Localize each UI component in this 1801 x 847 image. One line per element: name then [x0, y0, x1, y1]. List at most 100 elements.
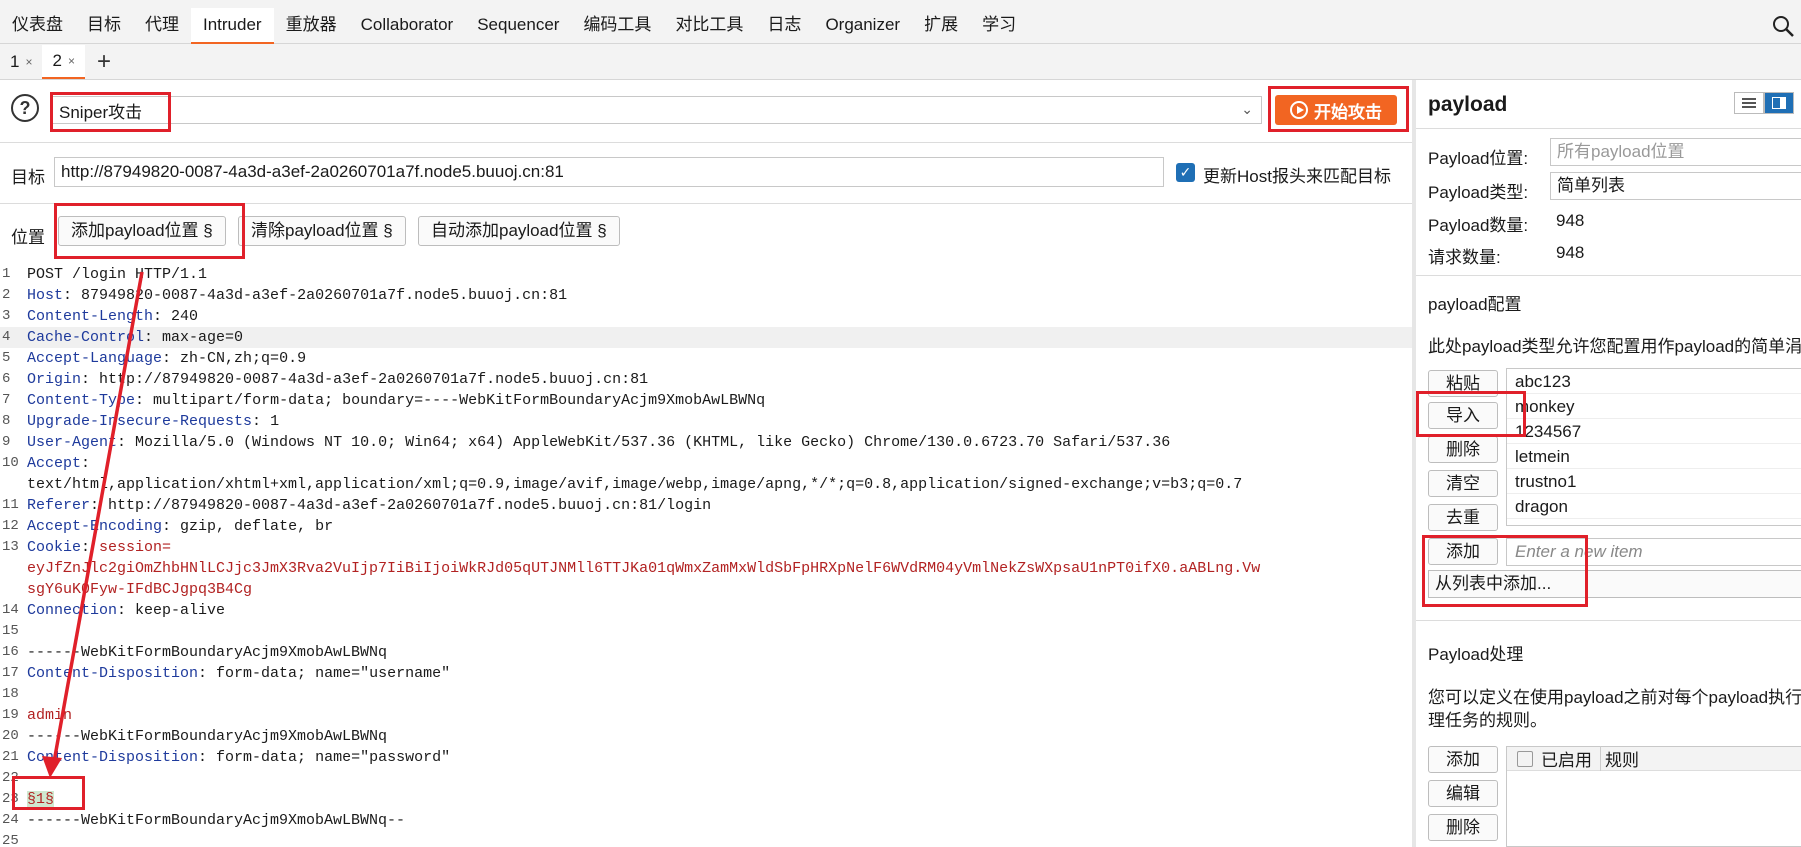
request-line[interactable]: 4 Cache-Control: max-age=0	[0, 327, 1412, 348]
request-line[interactable]: 18	[0, 684, 1412, 705]
request-line[interactable]: 22	[0, 768, 1412, 789]
payload-panel: payload Payload位置: 所有payload位置 Payload类型…	[1416, 80, 1801, 847]
request-line[interactable]: 10 Accept:	[0, 453, 1412, 474]
line-number: 4	[2, 329, 11, 345]
add-tab-button[interactable]: +	[85, 45, 123, 79]
attack-type-value: Sniper攻击	[59, 102, 143, 122]
deduplicate-button[interactable]: 去重	[1428, 504, 1498, 531]
list-item[interactable]: baseball	[1507, 519, 1801, 525]
new-item-input[interactable]: Enter a new item	[1506, 538, 1801, 566]
update-host-checkbox[interactable]: ✓	[1176, 163, 1195, 182]
list-item[interactable]: dragon	[1507, 494, 1801, 519]
menu-extensions[interactable]: 扩展	[912, 8, 970, 44]
header-value: form-data; name="password"	[216, 749, 451, 766]
payload-list[interactable]: abc123 monkey 1234567 letmein trustno1 d…	[1506, 368, 1801, 526]
panel-view-icon[interactable]	[1764, 92, 1794, 114]
list-item[interactable]: 1234567	[1507, 419, 1801, 444]
request-line[interactable]: 19 admin	[0, 705, 1412, 726]
close-icon[interactable]: ×	[68, 54, 75, 68]
request-line[interactable]: 13 Cookie: session=	[0, 537, 1412, 558]
clear-payload-position-button[interactable]: 清除payload位置 §	[238, 216, 406, 246]
line-number: 15	[2, 623, 19, 639]
request-line[interactable]: text/html,application/xhtml+xml,applicat…	[0, 474, 1412, 495]
auto-add-payload-position-button[interactable]: 自动添加payload位置 §	[418, 216, 620, 246]
request-line[interactable]: 9 User-Agent: Mozilla/5.0 (Windows NT 10.…	[0, 432, 1412, 453]
line-number: 22	[2, 770, 19, 786]
search-icon[interactable]	[1771, 14, 1795, 38]
payload-processing-description-2: 理任务的规则。	[1428, 711, 1547, 730]
menu-logger[interactable]: 日志	[755, 8, 813, 44]
request-line[interactable]: 2 Host: 87949820-0087-4a3d-a3ef-2a0260701…	[0, 285, 1412, 306]
delete-button[interactable]: 删除	[1428, 436, 1498, 463]
request-line[interactable]: 8 Upgrade-Insecure-Requests: 1	[0, 411, 1412, 432]
request-line-text: Connection: keep-alive	[27, 600, 225, 621]
clear-button[interactable]: 清空	[1428, 470, 1498, 497]
edit-rule-button[interactable]: 编辑	[1428, 780, 1498, 807]
list-item[interactable]: letmein	[1507, 444, 1801, 469]
play-icon	[1290, 101, 1308, 119]
request-line[interactable]: 21 Content-Disposition: form-data; name="…	[0, 747, 1412, 768]
start-attack-button[interactable]: 开始攻击	[1275, 95, 1397, 125]
menu-repeater[interactable]: 重放器	[274, 8, 349, 44]
request-line[interactable]: 17 Content-Disposition: form-data; name="…	[0, 663, 1412, 684]
rules-table[interactable]: 已启用 规则	[1506, 746, 1801, 847]
request-line[interactable]: 16 ------WebKitFormBoundaryAcjm9XmobAwLBW…	[0, 642, 1412, 663]
menu-sequencer[interactable]: Sequencer	[465, 8, 571, 44]
request-line[interactable]: eyJfZnJlc2giOmZhbHNlLCJjc3JmX3Rva2VuIjp7…	[0, 558, 1412, 579]
add-from-list-select[interactable]: 从列表中添加...	[1428, 570, 1801, 598]
request-line[interactable]: 1 POST /login HTTP/1.1	[0, 264, 1412, 285]
request-line-text: Accept-Encoding: gzip, deflate, br	[27, 516, 333, 537]
import-button[interactable]: 导入	[1428, 402, 1498, 429]
request-line[interactable]: 15	[0, 621, 1412, 642]
request-line[interactable]: sgY6uK0Fyw-IFdBCJgpq3B4Cg	[0, 579, 1412, 600]
remove-rule-button[interactable]: 删除	[1428, 814, 1498, 841]
request-line[interactable]: 25	[0, 831, 1412, 847]
attack-type-select[interactable]: Sniper攻击 ⌄	[52, 96, 1262, 124]
add-item-button[interactable]: 添加	[1428, 538, 1498, 565]
payload-position-select[interactable]: 所有payload位置	[1550, 138, 1801, 166]
request-count-value: 948	[1556, 243, 1585, 262]
request-line[interactable]: 5 Accept-Language: zh-CN,zh;q=0.9	[0, 348, 1412, 369]
intruder-tab-2[interactable]: 2 ×	[42, 44, 85, 79]
request-line[interactable]: 12 Accept-Encoding: gzip, deflate, br	[0, 516, 1412, 537]
add-payload-position-button[interactable]: 添加payload位置 §	[58, 216, 226, 246]
request-line[interactable]: 23 §1§	[0, 789, 1412, 810]
header-separator: :	[198, 749, 217, 766]
menu-target[interactable]: 目标	[75, 8, 133, 44]
menu-collaborator[interactable]: Collaborator	[349, 8, 466, 44]
menu-intruder[interactable]: Intruder	[191, 7, 274, 44]
request-editor[interactable]: 1 POST /login HTTP/1.1 2 Host: 87949820-008…	[0, 264, 1412, 847]
intruder-tab-1[interactable]: 1 ×	[0, 45, 42, 79]
request-line-text: ------WebKitFormBoundaryAcjm9XmobAwLBWNq	[27, 642, 387, 663]
request-line[interactable]: 7 Content-Type: multipart/form-data; boun…	[0, 390, 1412, 411]
menu-proxy[interactable]: 代理	[133, 8, 191, 44]
request-line[interactable]: 3 Content-Length: 240	[0, 306, 1412, 327]
request-line-text: Origin: http://87949820-0087-4a3d-a3ef-2…	[27, 369, 648, 390]
list-item[interactable]: trustno1	[1507, 469, 1801, 494]
request-line[interactable]: 14 Connection: keep-alive	[0, 600, 1412, 621]
list-item[interactable]: abc123	[1507, 369, 1801, 394]
target-url-input[interactable]: http://87949820-0087-4a3d-a3ef-2a0260701…	[54, 157, 1164, 187]
line-number: 19	[2, 707, 19, 723]
request-line[interactable]: 6 Origin: http://87949820-0087-4a3d-a3ef-…	[0, 369, 1412, 390]
menu-decoder[interactable]: 编码工具	[571, 8, 663, 44]
menu-learn[interactable]: 学习	[970, 8, 1028, 44]
payload-type-select[interactable]: 简单列表	[1550, 172, 1801, 200]
request-line[interactable]: 24 ------WebKitFormBoundaryAcjm9XmobAwLBW…	[0, 810, 1412, 831]
enabled-checkbox[interactable]	[1517, 750, 1533, 767]
request-line[interactable]: 11 Referer: http://87949820-0087-4a3d-a3e…	[0, 495, 1412, 516]
list-item[interactable]: monkey	[1507, 394, 1801, 419]
header-value: ------WebKitFormBoundaryAcjm9XmobAwLBWNq	[27, 644, 388, 661]
help-icon[interactable]: ?	[11, 94, 39, 122]
menu-dashboard[interactable]: 仪表盘	[0, 8, 75, 44]
tab-label: 2	[52, 50, 62, 70]
divider	[1416, 620, 1801, 621]
menu-organizer[interactable]: Organizer	[813, 8, 912, 44]
add-rule-button[interactable]: 添加	[1428, 746, 1498, 773]
view-toggle[interactable]	[1734, 92, 1794, 114]
paste-button[interactable]: 粘贴	[1428, 370, 1498, 397]
menu-comparer[interactable]: 对比工具	[663, 8, 755, 44]
list-view-icon[interactable]	[1734, 92, 1764, 114]
request-line[interactable]: 20 ------WebKitFormBoundaryAcjm9XmobAwLBW…	[0, 726, 1412, 747]
close-icon[interactable]: ×	[25, 55, 32, 69]
